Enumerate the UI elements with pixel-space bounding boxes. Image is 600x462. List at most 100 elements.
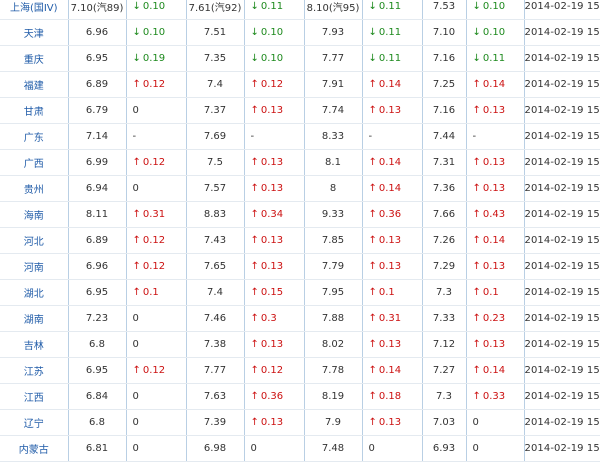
change-95-cell: ↑ 0.13	[362, 331, 423, 358]
province-cell[interactable]: 河北	[0, 227, 69, 254]
price-diesel-cell: 7.44	[422, 123, 467, 150]
arrow-up-icon: ↑	[250, 105, 259, 116]
fuel-price-table: 上海(国IV) 7.10(汽89) ↓ 0.10 7.61(汽92) ↓ 0.11 8.10(…	[0, 0, 600, 462]
price-95-cell: 8.19	[304, 383, 363, 410]
change-89-cell: ↑ 0.1	[126, 279, 187, 306]
price-95-cell: 8.1	[304, 149, 363, 176]
province-cell[interactable]: 吉林	[0, 331, 69, 358]
province-cell[interactable]: 辽宁	[0, 409, 69, 436]
change-89-cell: ↓ 0.19	[126, 45, 187, 72]
update-time-cell: 2014-02-19 15:09:01	[524, 253, 600, 280]
change-value: 0	[132, 391, 139, 402]
change-95-cell: ↑ 0.13	[362, 409, 423, 436]
change-value: 0.14	[482, 235, 506, 246]
province-cell[interactable]: 广西	[0, 149, 69, 176]
arrow-up-icon: ↑	[472, 313, 481, 324]
price-89-cell: 6.95	[68, 279, 127, 306]
change-89-cell: ↑ 0.31	[126, 201, 187, 228]
table-row: 上海(国IV) 7.10(汽89) ↓ 0.10 7.61(汽92) ↓ 0.11 8.10(…	[0, 0, 600, 20]
change-value: 0.1	[142, 287, 159, 298]
update-time-cell: 2014-02-19 15:09:00	[524, 409, 600, 436]
price-89-cell: 6.89	[68, 71, 127, 98]
change-value: 0.1	[482, 287, 499, 298]
change-diesel-cell: ↑ 0.13	[466, 331, 525, 358]
arrow-up-icon: ↑	[250, 339, 259, 350]
province-cell[interactable]: 广东	[0, 123, 69, 150]
province-cell[interactable]: 湖北	[0, 279, 69, 306]
change-value: 0	[472, 417, 479, 428]
update-time-cell: 2014-02-19 15:08:59	[524, 383, 600, 410]
price-diesel-cell: 7.25	[422, 71, 467, 98]
arrow-down-icon: ↓	[132, 53, 141, 64]
arrow-up-icon: ↑	[472, 261, 481, 272]
change-value: 0	[132, 183, 139, 194]
price-diesel-cell: 7.16	[422, 45, 467, 72]
price-95-cell: 7.91	[304, 71, 363, 98]
arrow-up-icon: ↑	[368, 209, 377, 220]
update-time-cell: 2014-02-19 15:09:00	[524, 435, 600, 462]
province-cell[interactable]: 河南	[0, 253, 69, 280]
arrow-up-icon: ↑	[368, 339, 377, 350]
province-cell[interactable]: 湖南	[0, 305, 69, 332]
change-diesel-cell: ↑ 0.14	[466, 357, 525, 384]
change-92-cell: ↑ 0.34	[244, 201, 305, 228]
arrow-up-icon: ↑	[250, 417, 259, 428]
price-92-cell: 7.37	[186, 97, 245, 124]
change-value: -	[368, 131, 373, 142]
change-89-cell: ↑ 0.12	[126, 253, 187, 280]
province-cell[interactable]: 江西	[0, 383, 69, 410]
change-92-cell: ↓ 0.11	[244, 0, 305, 20]
arrow-down-icon: ↓	[132, 27, 141, 38]
province-cell[interactable]: 甘肃	[0, 97, 69, 124]
change-92-cell: ↑ 0.13	[244, 409, 305, 436]
change-89-cell: ↓ 0.10	[126, 19, 187, 46]
price-89-cell: 7.23	[68, 305, 127, 332]
update-time-cell: 2014-02-19 15:09:01	[524, 305, 600, 332]
province-cell[interactable]: 海南	[0, 201, 69, 228]
price-95-cell: 7.77	[304, 45, 363, 72]
arrow-up-icon: ↑	[368, 235, 377, 246]
province-cell[interactable]: 贵州	[0, 175, 69, 202]
change-92-cell: ↑ 0.36	[244, 383, 305, 410]
arrow-up-icon: ↑	[472, 391, 481, 402]
price-95-cell: 7.48	[304, 435, 363, 462]
change-diesel-cell: ↑ 0.13	[466, 253, 525, 280]
table-row: 广东7.14-7.69-8.33-7.44-2014-02-19 15:09:0…	[0, 123, 600, 150]
price-92-cell: 7.46	[186, 305, 245, 332]
change-value: 0.18	[378, 391, 402, 402]
province-cell[interactable]: 江苏	[0, 357, 69, 384]
change-value: 0	[132, 339, 139, 350]
change-value: 0.15	[260, 287, 284, 298]
price-92-cell: 7.38	[186, 331, 245, 358]
change-value: 0.13	[378, 339, 402, 350]
price-95-cell: 7.95	[304, 279, 363, 306]
change-95-cell: ↓ 0.11	[362, 19, 423, 46]
price-92-cell: 7.4	[186, 279, 245, 306]
change-diesel-cell: ↑ 0.33	[466, 383, 525, 410]
price-92-cell: 7.35	[186, 45, 245, 72]
change-value: 0.36	[378, 209, 402, 220]
province-cell[interactable]: 重庆	[0, 45, 69, 72]
price-89-cell: 6.8	[68, 331, 127, 358]
change-diesel-cell: ↓ 0.11	[466, 45, 525, 72]
table-row: 吉林 6.8 0 7.38 ↑ 0.13 8.02 ↑ 0.13 7.12 ↑ 0.13 2014-02…	[0, 331, 600, 358]
change-value: 0.10	[482, 27, 506, 38]
province-cell[interactable]: 天津	[0, 19, 69, 46]
table-row: 海南 8.11 ↑ 0.31 8.83 ↑ 0.34 9.33 ↑ 0.36 7.66 ↑ 0.43 20…	[0, 201, 600, 228]
arrow-down-icon: ↓	[132, 1, 141, 12]
price-diesel-cell: 6.93	[422, 435, 467, 462]
change-diesel-cell: ↑ 0.14	[466, 71, 525, 98]
arrow-up-icon: ↑	[132, 79, 141, 90]
price-diesel-cell: 7.53	[422, 0, 467, 20]
change-92-cell: ↑ 0.13	[244, 97, 305, 124]
update-time-cell: 2014-02-19 15:08:58	[524, 0, 600, 20]
province-cell[interactable]: 内蒙古	[0, 435, 69, 462]
price-diesel-cell: 7.12	[422, 331, 467, 358]
province-cell[interactable]: 上海(国IV)	[0, 0, 69, 20]
change-95-cell: ↑ 0.1	[362, 279, 423, 306]
change-value: 0.13	[260, 157, 284, 168]
arrow-up-icon: ↑	[472, 157, 481, 168]
province-cell[interactable]: 福建	[0, 71, 69, 98]
change-92-cell: ↑ 0.13	[244, 227, 305, 254]
price-diesel-cell: 7.29	[422, 253, 467, 280]
